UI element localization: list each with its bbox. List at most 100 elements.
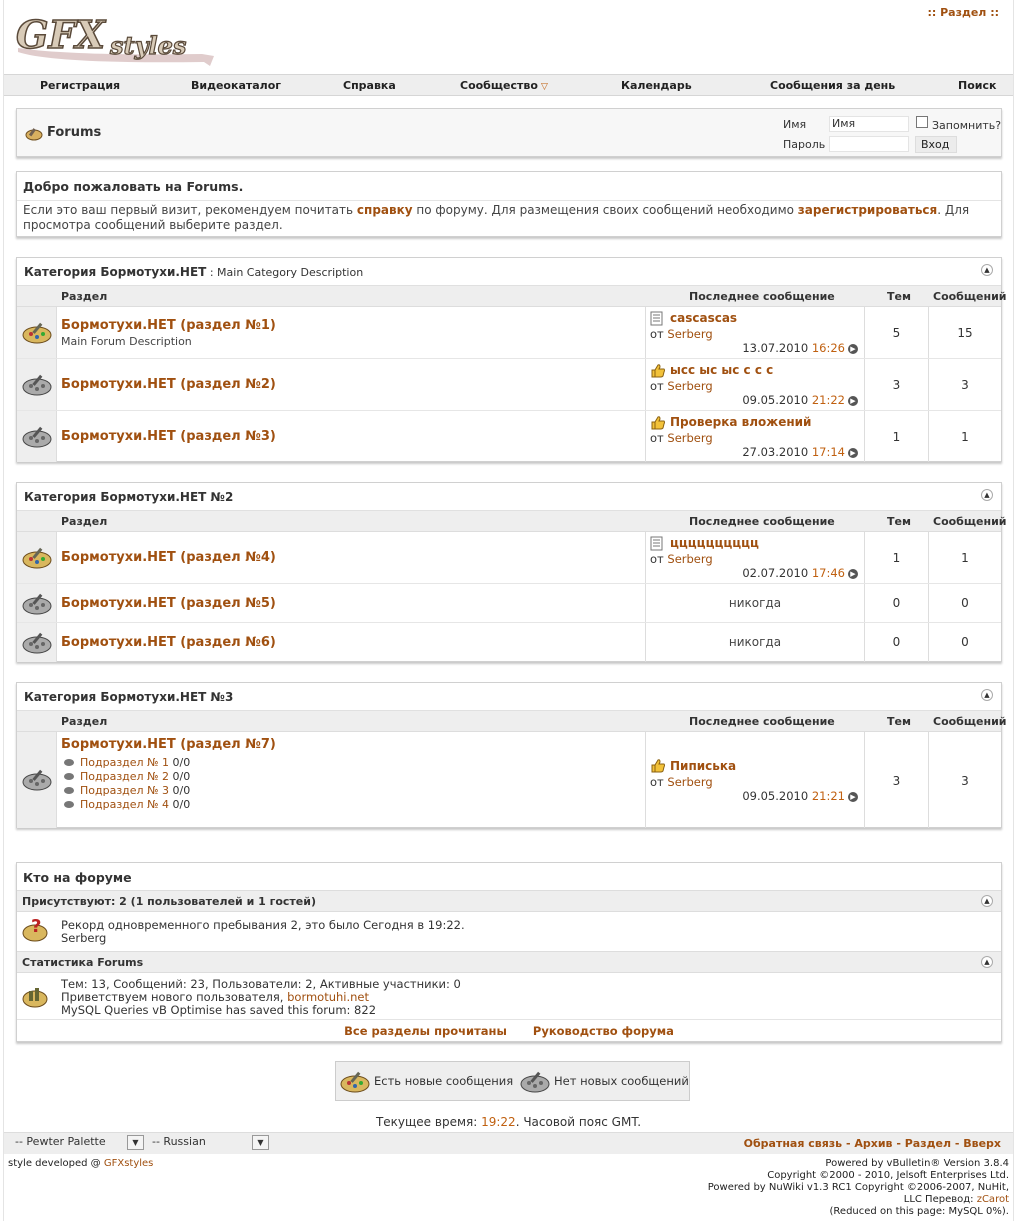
nav-video[interactable]: Видеокаталог [191,79,281,92]
last-post-title[interactable]: cascascas [670,311,737,325]
nav-calendar[interactable]: Календарь [621,79,692,92]
last-post-title[interactable]: цццццццццц [670,536,759,550]
last-post-user[interactable]: Serberg [667,775,712,789]
welcome-text: Если это ваш первый визит, рекомендуем п… [23,203,970,232]
nav-community[interactable]: Сообщество ▽ [460,79,548,92]
last-post-date: 27.03.2010 17:14 ▶ [742,445,858,459]
last-post-user[interactable]: Serberg [667,431,712,445]
language-select[interactable]: -- Russian ▼ [152,1135,270,1152]
forum-title[interactable]: Бормотухи.НЕТ (раздел №4) [61,550,276,565]
go-to-last-post-icon[interactable]: ▶ [848,343,858,354]
newest-user-link[interactable]: bormotuhi.net [287,990,369,1004]
col-last-post: Последнее сообщение [689,515,835,528]
forum-home-icon [25,128,43,141]
category-title[interactable]: Категория Бормотухи.НЕТ №2 [24,490,233,504]
translator-link[interactable]: zCarot [977,1194,1009,1205]
site-logo[interactable]: GFX styles [14,4,219,68]
online-users-icon: ? [22,916,48,942]
last-post-title[interactable]: Проверка вложений [670,415,811,429]
style-credit: style developed @ GFXstyles [8,1158,154,1169]
forum-title[interactable]: Бормотухи.НЕТ (раздел №3) [61,429,276,444]
no-new-posts-icon [22,374,52,396]
col-posts: Сообщений [933,290,1007,303]
no-new-posts-icon [22,769,52,791]
last-post-title[interactable]: Пиписька [670,759,736,773]
gfxstyles-link[interactable]: GFXstyles [104,1158,154,1169]
no-new-posts-icon [22,632,52,654]
name-label: Имя [783,118,807,131]
subforum-link[interactable]: Подраздел № 1 [80,756,169,769]
col-threads: Тем [887,290,911,303]
svg-text:?: ? [31,916,41,937]
remember-checkbox[interactable] [916,116,928,128]
no-new-posts-icon [22,593,52,615]
collapse-icon[interactable]: ▲ [981,689,993,701]
subforum-link[interactable]: Подраздел № 2 [80,770,169,783]
go-to-last-post-icon[interactable]: ▶ [848,447,858,458]
category-3: Категория Бормотухи.НЕТ №3 ▲ Раздел Послед… [16,682,1007,828]
forum-title[interactable]: Бормотухи.НЕТ (раздел №5) [61,596,276,611]
forum-title[interactable]: Бормотухи.НЕТ (раздел №7) [61,737,276,752]
nav-today-posts[interactable]: Сообщения за день [770,79,895,92]
forum-guide-link[interactable]: Руководство форума [533,1024,674,1038]
post-count: 0 [961,635,969,649]
chevron-down-icon[interactable]: ▼ [127,1135,144,1150]
login-box: Forums Имя Имя Запомнить? Пароль Вход [16,108,1002,157]
post-icon [650,311,663,326]
col-forum: Раздел [61,515,108,528]
mysql-text: MySQL Queries vB Optimise has saved this… [61,1003,377,1017]
subforum-link[interactable]: Подраздел № 4 [80,798,169,811]
subforum-icon [64,787,74,794]
online-users-count[interactable]: Присутствуют: 2 (1 пользователей и 1 гос… [22,895,316,908]
thumbs-up-icon [651,364,665,378]
no-new-posts-icon [22,426,52,448]
nav-help[interactable]: Справка [343,79,396,92]
category-title[interactable]: Категория Бормотухи.НЕТ №3 [24,690,233,704]
post-count: 1 [961,430,969,444]
go-to-last-post-icon[interactable]: ▶ [848,395,858,406]
post-count: 3 [961,378,969,392]
help-link[interactable]: справку [357,203,413,217]
style-select[interactable]: -- Pewter Palette ▼ [15,1135,145,1152]
last-post-user[interactable]: Serberg [667,552,712,566]
thumbs-up-icon [651,759,665,773]
thread-count: 3 [892,774,901,788]
col-threads: Тем [887,515,911,528]
collapse-icon[interactable]: ▲ [981,895,993,907]
mark-all-read-link[interactable]: Все разделы прочитаны [344,1024,507,1038]
collapse-icon[interactable]: ▲ [981,264,993,276]
copyright: Powered by vBulletin® Version 3.8.4 Copy… [707,1158,1009,1217]
collapse-icon[interactable]: ▲ [981,956,993,968]
subforum-item: Подраздел № 2 0/0 [64,770,190,783]
password-input[interactable] [829,136,909,152]
top-section-link[interactable]: :: Раздел :: [927,6,999,19]
nav-search[interactable]: Поиск [958,79,996,92]
go-to-last-post-icon[interactable]: ▶ [848,791,858,802]
username-input[interactable]: Имя [829,116,909,132]
register-link[interactable]: зарегистрироваться [798,203,937,217]
forum-title[interactable]: Бормотухи.НЕТ (раздел №2) [61,377,276,392]
collapse-icon[interactable]: ▲ [981,489,993,501]
last-post-title[interactable]: ысс ыс ыс с с с [670,363,773,377]
chevron-down-icon[interactable]: ▼ [252,1135,269,1150]
subforum-link[interactable]: Подраздел № 3 [80,784,169,797]
category-title[interactable]: Категория Бормотухи.НЕТ : Main Category … [24,265,363,279]
post-count: 1 [961,551,969,565]
thread-count: 5 [892,326,901,340]
login-button[interactable]: Вход [915,136,957,153]
forum-title[interactable]: Бормотухи.НЕТ (раздел №6) [61,635,276,650]
last-post-by: от Serberg [650,327,713,341]
col-threads: Тем [887,715,911,728]
footer-links[interactable]: Обратная связь - Архив - Раздел - Вверх [744,1137,1001,1150]
col-last-post: Последнее сообщение [689,715,835,728]
nav-register[interactable]: Регистрация [40,79,120,92]
subforum-item: Подраздел № 1 0/0 [64,756,190,769]
last-post-user[interactable]: Serberg [667,379,712,393]
post-count: 3 [961,774,969,788]
page: GFX styles :: Раздел :: Регистрация Виде… [3,0,1014,1221]
subforum-icon [64,773,74,780]
last-post-user[interactable]: Serberg [667,327,712,341]
online-user-link[interactable]: Serberg [61,932,106,945]
forum-title[interactable]: Бормотухи.НЕТ (раздел №1) [61,318,276,333]
go-to-last-post-icon[interactable]: ▶ [848,568,858,579]
